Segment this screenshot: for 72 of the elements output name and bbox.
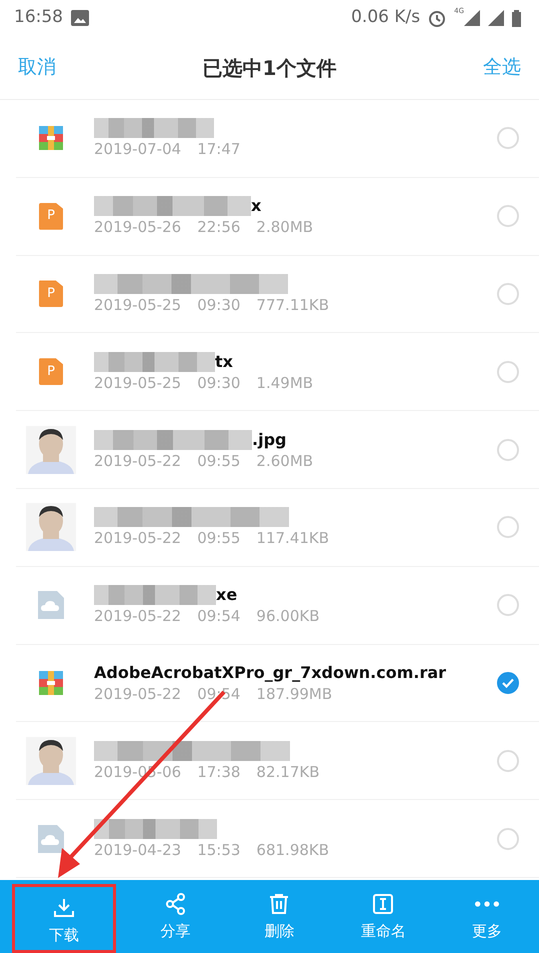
radio-button[interactable] bbox=[497, 828, 519, 850]
action-button[interactable]: 分享 bbox=[124, 880, 228, 953]
file-time: 17:38 bbox=[197, 762, 240, 782]
checked-radio[interactable] bbox=[497, 672, 519, 694]
file-size: 96.00KB bbox=[256, 606, 320, 626]
archive-icon bbox=[39, 670, 63, 695]
action-button[interactable]: 下载 bbox=[12, 884, 116, 953]
file-date: 2019-05-26 bbox=[94, 217, 182, 238]
file-time: 09:54 bbox=[197, 606, 240, 626]
file-time: 15:53 bbox=[197, 840, 240, 860]
presentation-file-icon: P bbox=[39, 358, 63, 386]
file-name: x bbox=[251, 195, 262, 218]
presentation-file-icon: P bbox=[39, 280, 63, 308]
radio-button[interactable] bbox=[497, 205, 519, 228]
cloud-file-icon bbox=[38, 824, 64, 853]
checkmark-icon bbox=[502, 678, 514, 688]
radio-button[interactable] bbox=[497, 360, 519, 383]
radio-button[interactable] bbox=[497, 127, 519, 150]
file-size: 2.80MB bbox=[256, 217, 314, 238]
network-speed: 0.06 K/s bbox=[351, 6, 420, 30]
file-date: 2019-04-23 bbox=[94, 840, 182, 860]
signal-icon bbox=[488, 10, 504, 26]
file-name: tx bbox=[215, 350, 233, 373]
person-thumbnail bbox=[26, 503, 76, 552]
file-date: 2019-05-22 bbox=[94, 606, 182, 626]
file-time: 09:55 bbox=[197, 450, 240, 471]
image-icon bbox=[71, 10, 89, 26]
radio-button[interactable] bbox=[497, 438, 519, 461]
download-icon bbox=[52, 896, 76, 920]
more-icon bbox=[475, 901, 500, 907]
signal-icon bbox=[464, 10, 480, 26]
radio-button[interactable] bbox=[497, 516, 519, 538]
person-thumbnail bbox=[26, 426, 76, 474]
cancel-link[interactable]: 取消 bbox=[18, 53, 56, 82]
action-button[interactable]: 更多 bbox=[435, 880, 539, 953]
file-time: 09:30 bbox=[197, 372, 240, 393]
file-time: 17:47 bbox=[197, 139, 240, 160]
radio-button[interactable] bbox=[497, 282, 519, 305]
file-date: 2019-05-22 bbox=[94, 450, 182, 471]
file-name: AdobeAcrobatXPro_gr_7xdown.com.rar bbox=[94, 662, 446, 684]
cloud-file-icon bbox=[38, 591, 64, 620]
file-time: 09:55 bbox=[197, 528, 240, 548]
file-date: 2019-07-04 bbox=[94, 139, 182, 160]
file-name: .jpg bbox=[252, 428, 286, 451]
battery-icon bbox=[512, 10, 521, 26]
person-thumbnail bbox=[26, 736, 76, 785]
file-date: 2019-05-22 bbox=[94, 684, 182, 704]
alarm-icon bbox=[428, 9, 446, 27]
file-size: 1.49MB bbox=[256, 372, 314, 393]
select-all-link[interactable]: 全选 bbox=[482, 53, 521, 82]
screen-title: 已选中1个文件 bbox=[202, 54, 336, 82]
file-size: 2.60MB bbox=[256, 450, 314, 471]
action-button[interactable]: 重命名 bbox=[331, 880, 436, 953]
file-size: 187.99MB bbox=[256, 684, 332, 704]
text-cursor-icon bbox=[371, 892, 396, 916]
radio-button[interactable] bbox=[497, 594, 519, 616]
action-button[interactable]: 删除 bbox=[228, 880, 332, 953]
file-size: 681.98KB bbox=[256, 840, 330, 860]
file-time: 22:56 bbox=[197, 217, 240, 238]
archive-icon bbox=[39, 126, 63, 150]
file-date: 2019-05-25 bbox=[94, 372, 182, 393]
file-date: 2019-05-22 bbox=[94, 528, 182, 548]
file-size: 82.17KB bbox=[256, 762, 320, 782]
file-size: 117.41KB bbox=[256, 528, 330, 548]
share-icon bbox=[164, 892, 188, 916]
radio-button[interactable] bbox=[497, 750, 519, 772]
presentation-file-icon: P bbox=[39, 202, 63, 230]
file-size: 777.11KB bbox=[256, 294, 330, 315]
file-name: xe bbox=[216, 584, 238, 606]
file-time: 09:30 bbox=[197, 294, 240, 315]
clock-time: 16:58 bbox=[14, 6, 63, 30]
file-date: 2019-05-25 bbox=[94, 294, 182, 315]
